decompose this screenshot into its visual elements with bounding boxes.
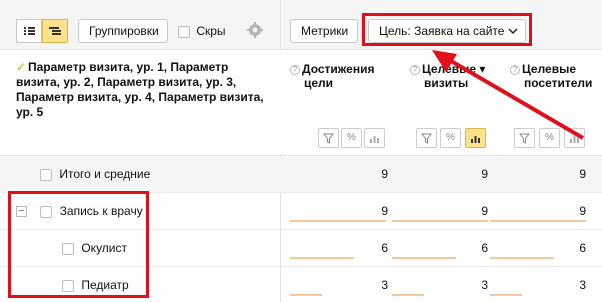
annotation-arrow (432, 50, 585, 140)
